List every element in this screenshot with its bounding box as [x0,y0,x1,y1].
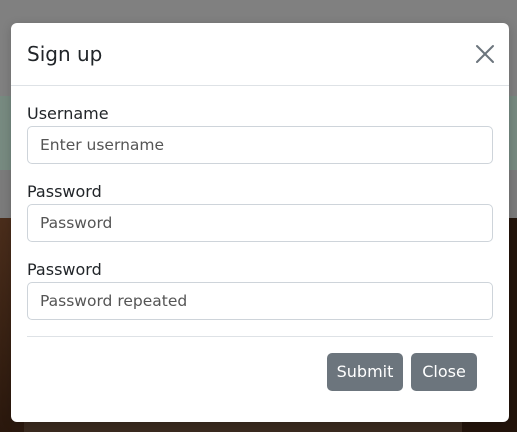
footer-divider [27,336,493,337]
close-button[interactable]: Close [411,353,477,391]
close-icon[interactable] [474,43,496,65]
password-input[interactable] [27,204,493,242]
modal-header: Sign up [11,23,509,86]
username-label: Username [27,104,109,123]
password-repeat-label: Password [27,260,102,279]
password-label: Password [27,182,102,201]
signup-modal: Sign up Username Password Password Submi… [11,23,509,422]
password-repeat-input[interactable] [27,282,493,320]
submit-button[interactable]: Submit [327,353,403,391]
username-input[interactable] [27,126,493,164]
modal-title: Sign up [27,42,103,66]
